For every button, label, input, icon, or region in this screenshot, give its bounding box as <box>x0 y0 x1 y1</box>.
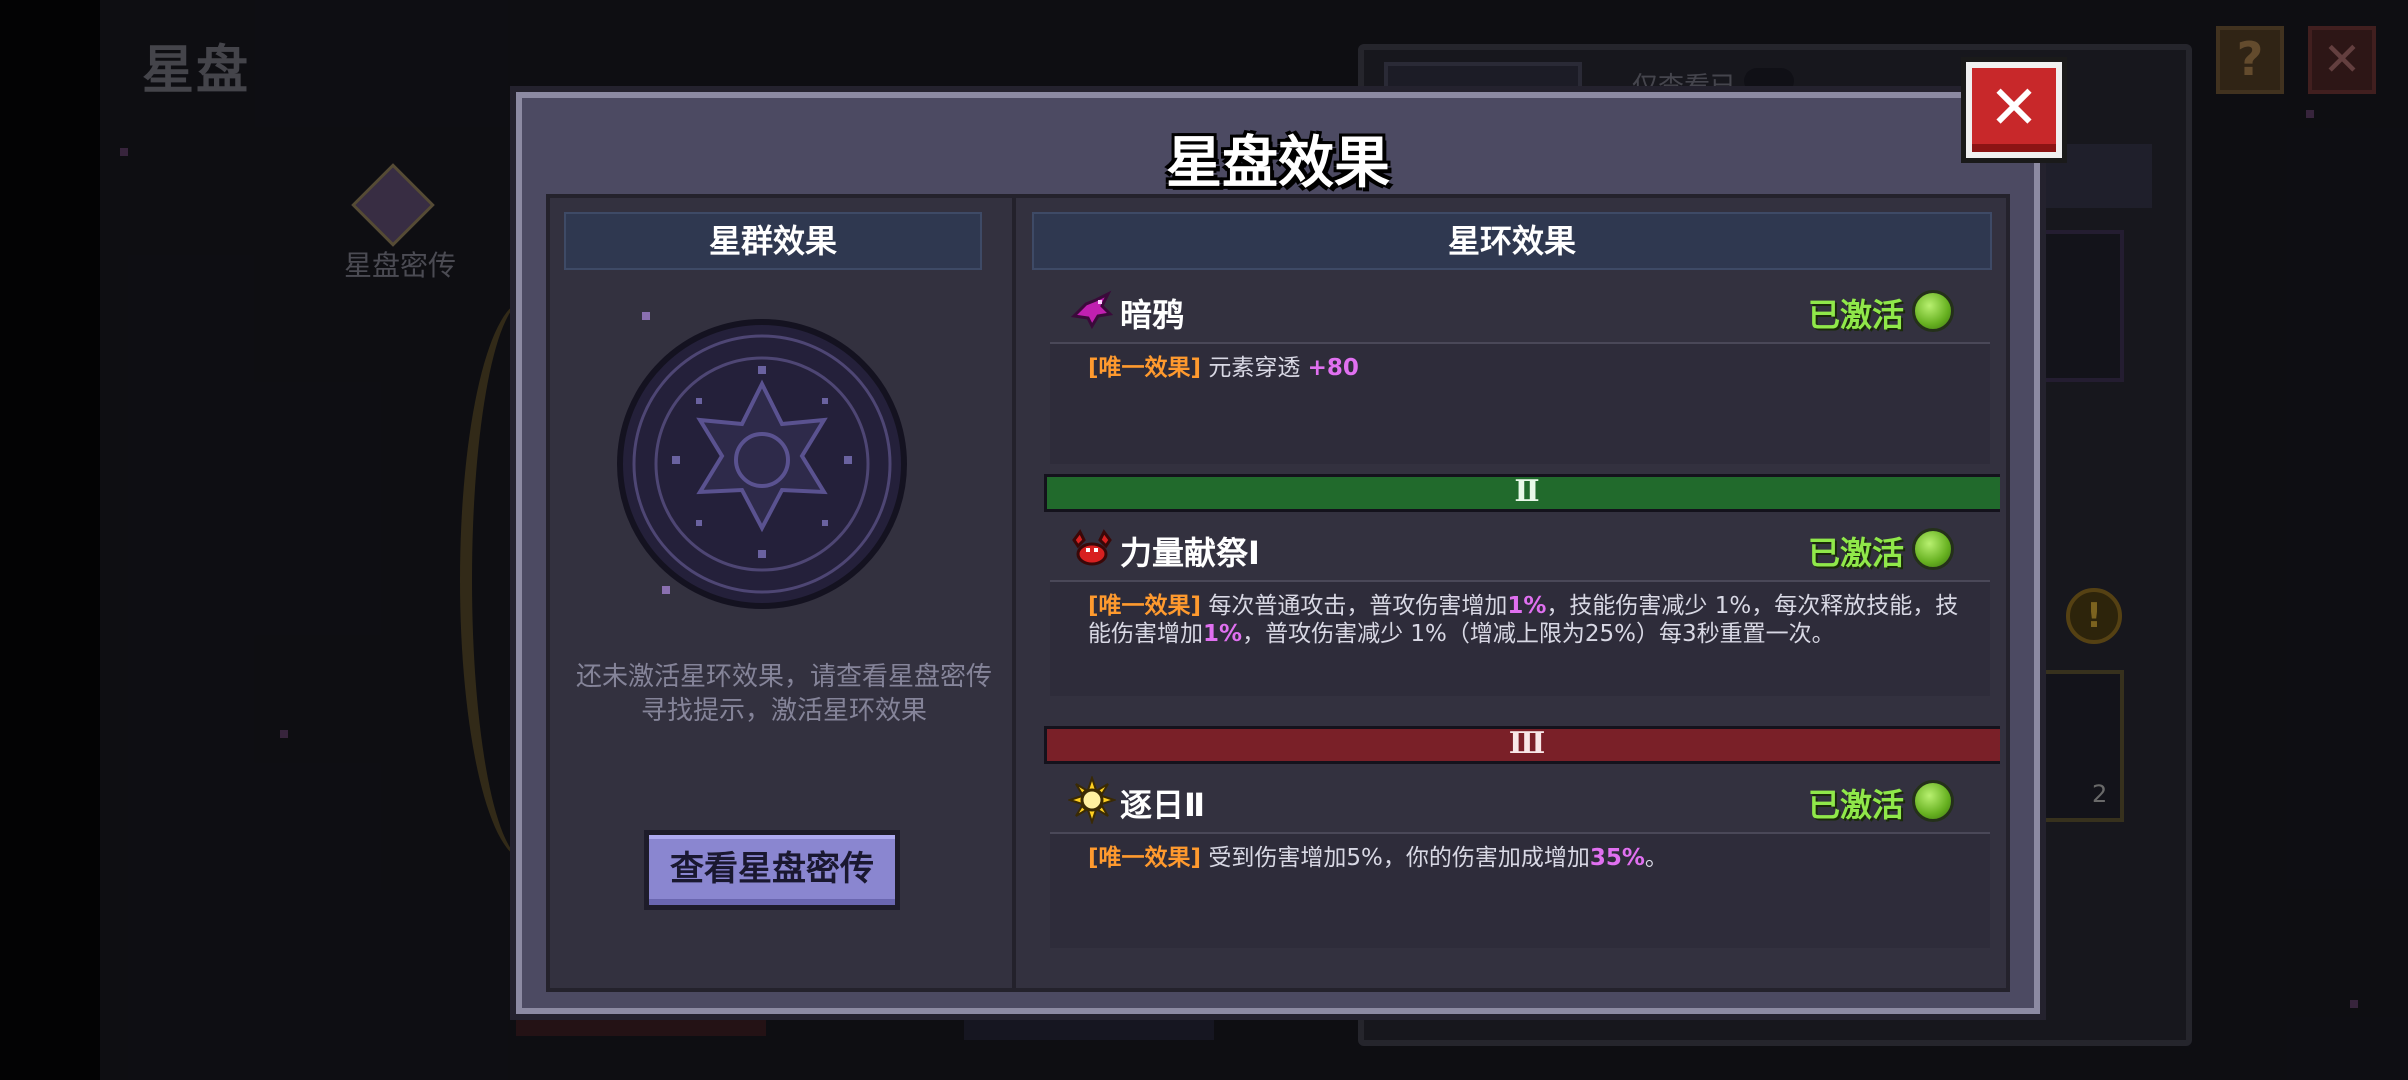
unique-effect-tag: [唯一效果] <box>1088 355 1202 381</box>
raven-icon <box>1070 290 1114 330</box>
effect-text: ，普攻伤害减少 1%（增减上限为25%）每3秒重置一次。 <box>1242 621 1835 647</box>
ring-tier-iii-bar: Ⅲ <box>1044 726 2000 764</box>
ring-effect-name: 暗鸦 <box>1120 296 1185 334</box>
view-astrolabe-secret-button[interactable]: 查看星盘密传 <box>644 830 900 910</box>
ring-effect-body: [唯一效果] 元素穿透 +80 <box>1050 344 1990 464</box>
effect-value: 35% <box>1589 845 1645 871</box>
activated-indicator-icon <box>1912 780 1954 822</box>
ring-effect-description: [唯一效果] 受到伤害增加5%，你的伤害加成增加35%。 <box>1088 844 1968 872</box>
sun-icon <box>1068 776 1116 824</box>
astrolabe-effects-modal: 星盘效果 星群效果 还未激活星环效果，请查看星盘密传寻找提示，激活星环效果 查看… <box>516 92 2040 1014</box>
ring-tier-ii-bar: Ⅱ <box>1044 474 2000 512</box>
ring-effects-header: 星环效果 <box>1032 212 1992 270</box>
ring-effect-status: 已激活 <box>1807 534 1904 572</box>
ring-effect-header: 力量献祭Ⅰ 已激活 <box>1050 516 1990 582</box>
unique-effect-tag: [唯一效果] <box>1088 593 1202 619</box>
unique-effect-tag: [唯一效果] <box>1088 845 1202 871</box>
effect-value: 1% <box>1507 593 1547 619</box>
effect-text: 。 <box>1644 845 1668 871</box>
ring-effect-name: 力量献祭Ⅰ <box>1120 534 1260 572</box>
ring-effect-header: 逐日Ⅱ 已激活 <box>1050 768 1990 834</box>
effect-value: 1% <box>1203 621 1243 647</box>
effect-text: 元素穿透 <box>1208 355 1308 381</box>
effect-value: +80 <box>1307 355 1359 381</box>
modal-title: 星盘效果 <box>1166 131 1390 196</box>
modal-close-button[interactable]: ✕ <box>1966 62 2062 158</box>
constellation-hint-text: 还未激活星环效果，请查看星盘密传寻找提示，激活星环效果 <box>575 662 992 726</box>
activated-indicator-icon <box>1912 290 1954 332</box>
constellation-effects-header: 星群效果 <box>564 212 982 270</box>
activated-indicator-icon <box>1912 528 1954 570</box>
ring-effect-body: [唯一效果] 每次普通攻击，普攻伤害增加1%，技能伤害减少 1%，每次释放技能，… <box>1050 582 1990 696</box>
ring-effect-body: [唯一效果] 受到伤害增加5%，你的伤害加成增加35%。 <box>1050 834 1990 948</box>
modal-content: 星群效果 还未激活星环效果，请查看星盘密传寻找提示，激活星环效果 查看星盘密传 … <box>546 194 2010 992</box>
ring-effect-description: [唯一效果] 每次普通攻击，普攻伤害增加1%，技能伤害减少 1%，每次释放技能，… <box>1088 592 1968 648</box>
effect-text: 每次普通攻击，普攻伤害增加 <box>1208 593 1508 619</box>
ring-effect-status: 已激活 <box>1807 786 1904 824</box>
ring-effect-description: [唯一效果] 元素穿透 +80 <box>1088 354 1968 382</box>
effect-text: 受到伤害增加5%，你的伤害加成增加 <box>1208 845 1590 871</box>
star-decoration <box>642 312 650 320</box>
crab-icon <box>1072 529 1112 566</box>
ring-effects-list[interactable]: 暗鸦 已激活 [唯一效果] 元素穿透 +80 Ⅱ 力量献祭Ⅰ 已激活 [唯一效果… <box>1044 278 2000 988</box>
ring-effect-status: 已激活 <box>1807 296 1904 334</box>
column-divider <box>1012 198 1016 988</box>
astrolabe-disc-icon <box>617 319 907 609</box>
ring-effect-name: 逐日Ⅱ <box>1120 786 1206 824</box>
ring-effect-header: 暗鸦 已激活 <box>1050 278 1990 344</box>
star-decoration <box>662 586 670 594</box>
